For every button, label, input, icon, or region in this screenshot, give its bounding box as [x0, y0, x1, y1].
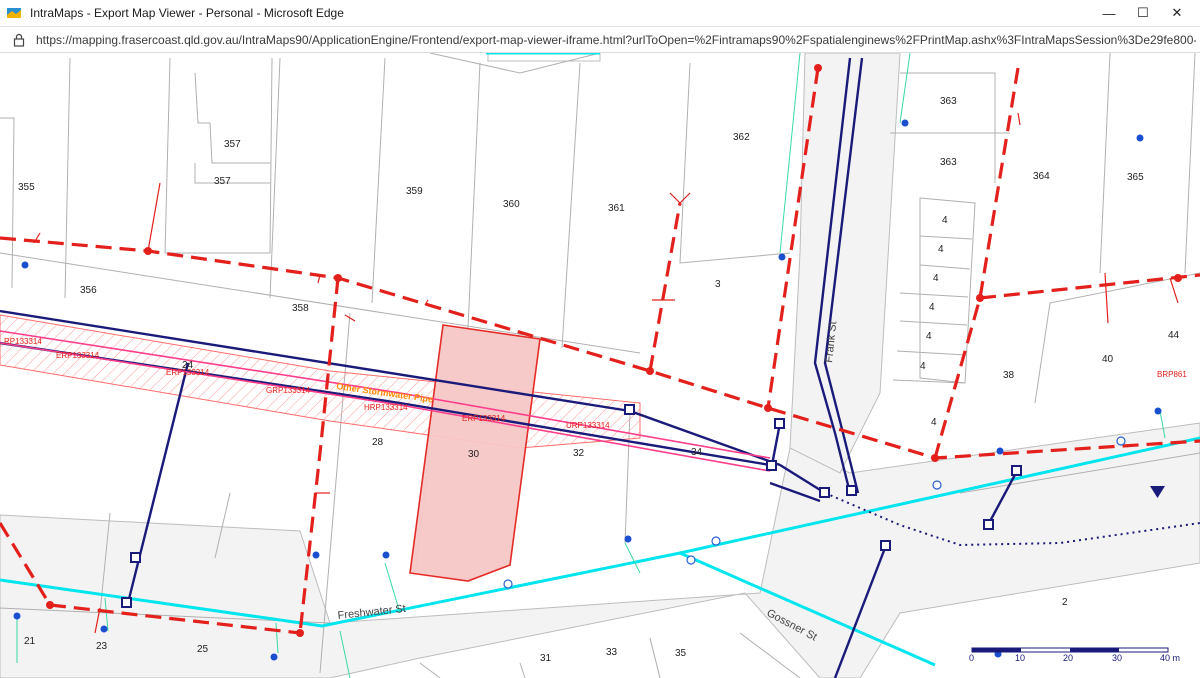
lot-label: 4 — [942, 215, 948, 226]
lot-label: 363 — [940, 96, 957, 107]
easement-label: ERP133314 — [166, 368, 210, 377]
window-titlebar: IntraMaps - Export Map Viewer - Personal… — [0, 0, 1200, 27]
intramaps-app-icon — [7, 8, 21, 18]
lot-label: 359 — [406, 186, 423, 197]
lot-label: 358 — [292, 303, 309, 314]
easement-label: RP133314 — [4, 337, 42, 346]
lot-label: 4 — [926, 331, 932, 342]
url-text: https://mapping.frasercoast.qld.gov.au/I… — [36, 32, 1196, 47]
lot-label: 38 — [1003, 370, 1015, 381]
map-canvas[interactable]: 355 356 357 357 358 359 360 361 362 363 … — [0, 53, 1200, 678]
lot-label: 362 — [733, 132, 750, 143]
scale-tick: 10 — [1015, 653, 1025, 663]
window-title: IntraMaps - Export Map Viewer - Personal… — [30, 6, 344, 20]
lot-label: 28 — [372, 437, 384, 448]
lot-label: 363 — [940, 157, 957, 168]
easement-label: ERP133314 — [56, 351, 100, 360]
easement-label: URP133314 — [566, 421, 610, 430]
close-icon: ✕ — [1171, 5, 1183, 20]
lot-label: 356 — [80, 285, 97, 296]
lock-icon — [13, 33, 25, 47]
map-svg[interactable]: 355 356 357 357 358 359 360 361 362 363 … — [0, 53, 1200, 678]
lot-label: 32 — [573, 448, 585, 459]
maximize-icon: ☐ — [1137, 5, 1149, 20]
lot-label: 357 — [214, 176, 231, 187]
lot-label: 355 — [18, 182, 35, 193]
scale-tick: 30 — [1112, 653, 1122, 663]
easement-label: GRP133314 — [266, 386, 311, 395]
lot-label: 4 — [929, 302, 935, 313]
scale-tick: 0 — [969, 653, 974, 663]
easement-label: HRP133314 — [364, 403, 408, 412]
lot-label: 4 — [933, 273, 939, 284]
lot-label: 34 — [691, 447, 703, 458]
lot-label: 30 — [468, 449, 480, 460]
lot-label: 3 — [715, 279, 721, 290]
lot-label: 25 — [197, 644, 209, 655]
lot-label: 360 — [503, 199, 520, 210]
lot-label: 365 — [1127, 172, 1144, 183]
lot-label: 4 — [938, 244, 944, 255]
close-button[interactable]: ✕ — [1154, 0, 1200, 26]
lot-label: 21 — [24, 636, 36, 647]
lot-label: 35 — [675, 648, 687, 659]
scale-tick: 40 m — [1160, 653, 1180, 663]
lot-label: 357 — [224, 139, 241, 150]
scale-tick: 20 — [1063, 653, 1073, 663]
lot-label: 361 — [608, 203, 625, 214]
lot-label: 4 — [920, 361, 926, 372]
address-bar[interactable]: https://mapping.frasercoast.qld.gov.au/I… — [0, 27, 1200, 53]
lot-label: 23 — [96, 641, 108, 652]
lot-label: 31 — [540, 653, 552, 664]
lot-label: 364 — [1033, 171, 1050, 182]
lot-label: 40 — [1102, 354, 1114, 365]
lot-label: 33 — [606, 647, 618, 658]
lot-label: 4 — [931, 417, 937, 428]
minimize-icon: — — [1102, 5, 1116, 21]
easement-label: BRP861 — [1157, 370, 1187, 379]
lot-label: 2 — [1062, 597, 1068, 608]
lot-label: 44 — [1168, 330, 1180, 341]
easement-label: ERP133314 — [462, 414, 506, 423]
